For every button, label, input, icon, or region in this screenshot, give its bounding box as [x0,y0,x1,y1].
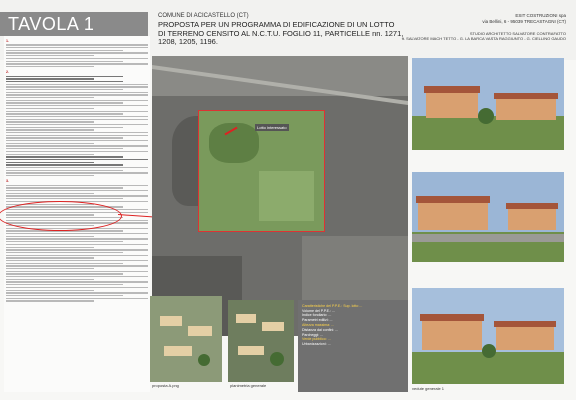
client-address: via Bellini, 6 - 95039 TRECASTAGNI (CT) [482,18,566,24]
section-marker: 3. [6,179,9,184]
section-marker: 2. [6,70,9,75]
info-line: Altezza massima: ... [302,322,335,327]
map-label: Lotto interessato [255,124,289,131]
info-line: Parcheggi: ... [302,332,324,337]
architect-info: STUDIO ARCHITETTO SALVATORE CONTRAFATTO … [402,31,566,41]
project-title-line2: DI TERRENO CENSITO AL N.C.T.U. FOGLIO 11… [158,28,404,46]
info-line: Distanza dai confini: ... [302,327,339,332]
highlight-oval [0,201,122,231]
info-line: Volume del P.P.E.: ... [302,308,336,313]
info-line: Caratteristiche del P.P.E.: Sup. lotto .… [302,303,363,308]
sheet-title: TAVOLA 1 [0,12,148,36]
architect-line2: ft. SALVATORE MACH TETTO - G. LA BARCA V… [401,36,566,41]
client-info: ESIT COSTRUZIONI spa via Bellini, 6 - 95… [482,13,566,24]
section-marker: 1. [6,39,9,43]
info-line: Verde pubblico: ... [302,337,331,342]
caption-photo-b: planimetria generale [230,383,267,388]
render-view-2 [412,172,564,262]
caption-render: vedute generale 1 [412,386,445,391]
aerial-photo-a [150,296,222,382]
drawing-sheet: TAVOLA 1 COMUNE DI ACICASTELLO (CT) PROP… [0,0,576,400]
caption-photo-a: proposta A.png [152,383,179,388]
render-view-1 [412,58,564,150]
aerial-photo-b [228,300,294,382]
info-line: Indice fondiario: ... [302,313,332,318]
render-view-3 [412,288,564,384]
info-line: Parametri edilizi: ... [302,318,333,323]
municipality: COMUNE DI ACICASTELLO (CT) [158,13,249,19]
info-line: Urbanizzazioni: ... [302,342,331,347]
project-title: PROPOSTA PER UN PROGRAMMA DI EDIFICAZION… [158,20,408,47]
info-panel: Caratteristiche del P.P.E.: Sup. lotto .… [298,300,408,392]
